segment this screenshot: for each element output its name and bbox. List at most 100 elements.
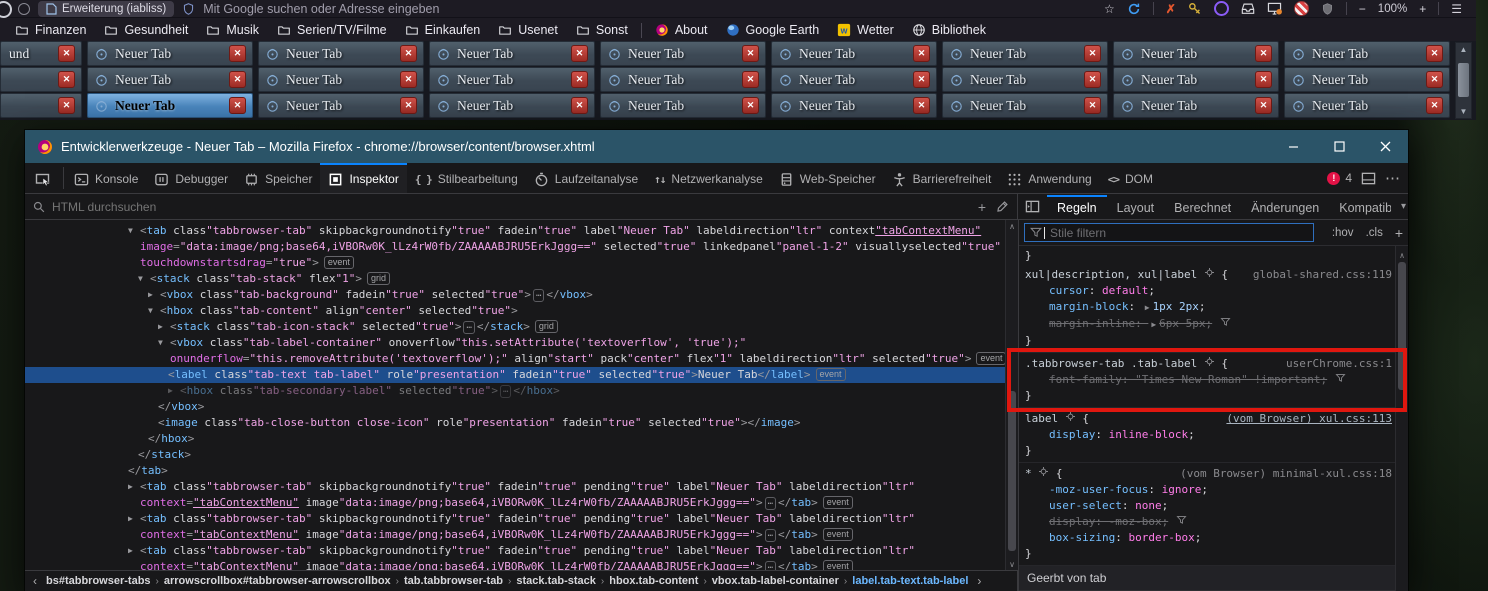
browser-tab[interactable]: Neuer Tab✕ (87, 93, 253, 118)
selector-target-icon[interactable] (1038, 466, 1049, 477)
html-search-bar[interactable]: HTML durchsuchen + (25, 194, 1018, 219)
tab-close-button[interactable]: ✕ (1426, 45, 1443, 62)
site-permission-icon[interactable] (18, 3, 30, 15)
scrollbar-thumb[interactable] (1008, 391, 1016, 551)
tab-close-button[interactable]: ✕ (1084, 45, 1101, 62)
tab-close-button[interactable]: ✕ (913, 45, 930, 62)
stylesheet-source[interactable]: global-shared.css:119 (1253, 267, 1392, 283)
tab-close-button[interactable]: ✕ (1084, 97, 1101, 114)
markup-node[interactable]: </stack> (25, 447, 1005, 463)
grid-badge[interactable]: grid (367, 272, 390, 285)
grid-badge[interactable]: grid (535, 320, 558, 333)
rules-scrollbar[interactable]: ∧ ∨ (1395, 246, 1408, 591)
markup-node[interactable]: ▼<stack class"tab-stack" flex"1">grid (25, 271, 1005, 287)
value-twisty[interactable]: ▶ (1145, 300, 1150, 316)
browser-tab[interactable]: Neuer Tab✕ (942, 93, 1108, 118)
tool-tab-dom[interactable]: <>DOM (1100, 163, 1161, 193)
selector-text[interactable]: * (1025, 467, 1032, 480)
tab-close-button[interactable]: ✕ (1426, 71, 1443, 88)
scroll-up-icon[interactable]: ∧ (1006, 222, 1018, 231)
reload-icon[interactable] (0, 1, 12, 18)
declaration[interactable]: box-sizing: border-box; (1019, 530, 1408, 546)
tab-close-button[interactable]: ✕ (58, 97, 75, 114)
filter-funnel-icon[interactable] (1176, 515, 1187, 525)
markup-node[interactable]: image="data:image/png;base64,iVBORw0K_lL… (25, 239, 1005, 255)
zoom-level[interactable]: 100% (1378, 3, 1407, 15)
markup-node[interactable]: ▶<vbox class"tab-background" fadein"true… (25, 287, 1005, 303)
browser-tab[interactable]: Neuer Tab✕ (429, 67, 595, 92)
tool-tab-anwendung[interactable]: Anwendung (999, 163, 1099, 193)
bookmark-item[interactable]: About (646, 20, 717, 40)
url-bar[interactable]: Erweiterung (iabliss) Mit Google suchen … (18, 1, 439, 17)
tab-close-button[interactable]: ✕ (1255, 97, 1272, 114)
browser-tab[interactable]: Neuer Tab✕ (771, 93, 937, 118)
inline-expander[interactable]: … (533, 289, 544, 302)
browser-tab[interactable]: Neuer Tab✕ (1284, 67, 1450, 92)
markup-node[interactable]: <image class"tab-close-button close-icon… (25, 415, 1005, 431)
tool-tab-konsole[interactable]: Konsole (66, 163, 146, 193)
css-rule[interactable]: * {(vom Browser) minimal-xul.css:18-moz-… (1019, 463, 1408, 566)
bookmark-item[interactable]: wWetter (828, 20, 903, 40)
browser-tab[interactable]: ✕ (0, 67, 82, 92)
split-console-icon[interactable] (1361, 171, 1376, 186)
browser-tab[interactable]: Neuer Tab✕ (942, 41, 1108, 66)
sidebar-toggle-button[interactable] (1018, 199, 1047, 214)
password-key-icon[interactable] (1188, 2, 1202, 16)
filter-funnel-icon[interactable] (1335, 373, 1346, 383)
markup-node[interactable]: ▶<tab class"tabbrowser-tab" skipbackgrou… (25, 511, 1005, 527)
scroll-down-icon[interactable]: ▼ (1456, 105, 1471, 118)
tool-tab-speicher[interactable]: Speicher (236, 163, 320, 193)
selector-target-icon[interactable] (1204, 267, 1215, 278)
tray-extension-icon[interactable] (1241, 2, 1255, 15)
addon-ring-icon[interactable] (1214, 1, 1229, 16)
browser-tab[interactable]: Neuer Tab✕ (600, 41, 766, 66)
rules-list[interactable]: }xul|description, xul|label {global-shar… (1019, 246, 1408, 591)
tab-close-button[interactable]: ✕ (400, 97, 417, 114)
browser-tab[interactable]: Neuer Tab✕ (771, 67, 937, 92)
tool-tab-pick[interactable] (25, 163, 61, 193)
zoom-in-button[interactable]: + (1419, 3, 1426, 15)
stylesheet-source[interactable]: (vom Browser) xul.css:113 (1226, 411, 1392, 427)
tab-close-button[interactable]: ✕ (571, 45, 588, 62)
markup-node[interactable]: <label class"tab-text tab-label" role"pr… (25, 367, 1005, 383)
tab-close-button[interactable]: ✕ (229, 71, 246, 88)
expand-twisty[interactable]: ▶ (148, 287, 160, 303)
bookmark-item[interactable]: Finanzen (6, 20, 95, 40)
expand-twisty[interactable]: ▶ (158, 319, 170, 335)
markup-node[interactable]: </hbox> (25, 431, 1005, 447)
tab-close-button[interactable]: ✕ (742, 71, 759, 88)
browser-tab[interactable]: Neuer Tab✕ (600, 67, 766, 92)
bookmark-item[interactable]: Musik (197, 20, 268, 40)
expand-twisty[interactable]: ▼ (158, 335, 170, 351)
cut-extension-icon[interactable]: ✗ (1166, 3, 1176, 15)
selector-text[interactable]: .tabbrowser-tab .tab-label (1025, 357, 1197, 370)
add-rule-button[interactable]: + (1395, 225, 1403, 241)
tab-close-button[interactable]: ✕ (58, 45, 75, 62)
tab-close-button[interactable]: ✕ (229, 97, 246, 114)
markup-view[interactable]: ▼<tab class"tabbrowser-tab" skipbackgrou… (25, 220, 1005, 571)
browser-tab[interactable]: Neuer Tab✕ (942, 67, 1108, 92)
markup-node[interactable]: ▶<tab class"tabbrowser-tab" skipbackgrou… (25, 479, 1005, 495)
class-toggle-button[interactable]: .cls (1366, 225, 1383, 241)
expand-twisty[interactable]: ▼ (128, 223, 140, 239)
inline-expander[interactable]: … (765, 529, 776, 542)
stylesheet-source[interactable]: userChrome.css:1 (1286, 356, 1392, 372)
eyedropper-icon[interactable] (996, 200, 1009, 213)
browser-tab[interactable]: Neuer Tab✕ (1113, 93, 1279, 118)
tab-close-button[interactable]: ✕ (1255, 45, 1272, 62)
declaration[interactable]: display: -moz-box; (1019, 514, 1408, 530)
expand-twisty[interactable]: ▼ (148, 303, 160, 319)
tool-tab-netzwerkanalyse[interactable]: ↑↓Netzwerkanalyse (646, 163, 771, 193)
blocker-extension-icon[interactable] (1294, 1, 1309, 16)
browser-tab[interactable]: Neuer Tab✕ (87, 41, 253, 66)
markup-node[interactable]: </tab> (25, 463, 1005, 479)
markup-node[interactable]: ▶<stack class"tab-icon-stack" selected"t… (25, 319, 1005, 335)
browser-tab[interactable]: Neuer Tab✕ (1113, 67, 1279, 92)
css-rule[interactable]: .tabbrowser-tab .tab-label {userChrome.c… (1019, 353, 1408, 408)
zoom-out-button[interactable]: − (1359, 3, 1366, 15)
scroll-up-icon[interactable]: ▲ (1456, 43, 1471, 56)
sidebar-tab-regeln[interactable]: Regeln (1047, 195, 1107, 219)
sidebar-tab-kompatibi[interactable]: Kompatibi (1329, 195, 1391, 219)
sidebar-tab-berechnet[interactable]: Berechnet (1164, 195, 1241, 219)
expand-twisty[interactable]: ▶ (128, 543, 140, 559)
